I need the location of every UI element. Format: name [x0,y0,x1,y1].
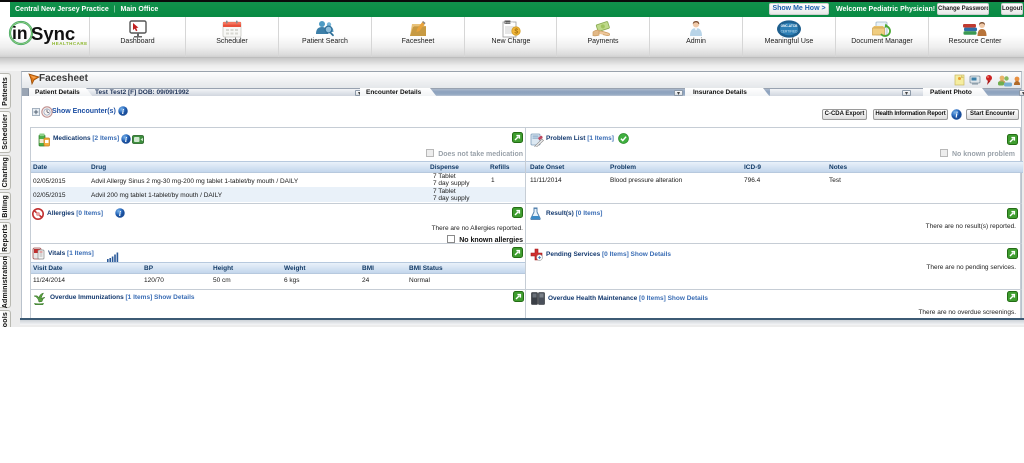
svg-text:CERTIFIED: CERTIFIED [781,30,798,34]
svg-text:Invoice: Invoice [505,20,514,24]
svg-text:ONC-ATCB: ONC-ATCB [781,24,798,28]
svg-text:$: $ [514,29,518,36]
svg-text:HEALTHCARE: HEALTHCARE [52,41,88,46]
svg-text:in: in [12,23,28,43]
